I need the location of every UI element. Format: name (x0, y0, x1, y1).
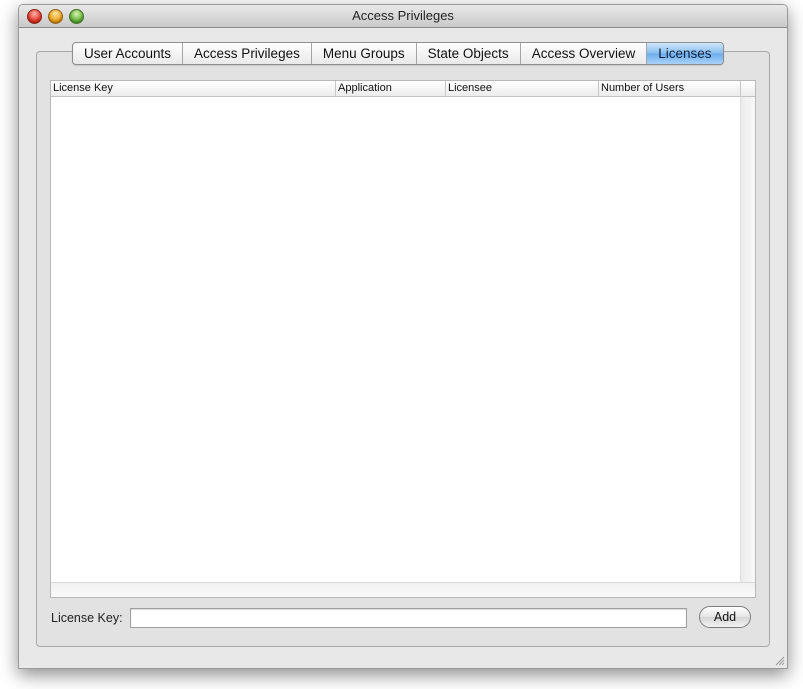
tab-user-accounts[interactable]: User Accounts (73, 43, 184, 64)
tab-state-objects[interactable]: State Objects (417, 43, 521, 64)
tab-bar: User Accounts Access Privileges Menu Gro… (72, 42, 724, 65)
title-bar[interactable]: Access Privileges (19, 5, 787, 28)
add-button[interactable]: Add (699, 606, 751, 628)
column-header-application[interactable]: Application (336, 81, 446, 96)
licenses-table[interactable]: License Key Application Licensee Number … (50, 80, 756, 598)
column-header-license-key[interactable]: License Key (51, 81, 336, 96)
tab-licenses[interactable]: Licenses (647, 43, 723, 64)
table-header: License Key Application Licensee Number … (51, 81, 755, 97)
vertical-scrollbar[interactable] (740, 97, 755, 583)
license-key-input[interactable] (130, 608, 687, 628)
tab-access-overview[interactable]: Access Overview (521, 43, 648, 64)
license-key-label: License Key: (51, 611, 123, 625)
column-header-licensee[interactable]: Licensee (446, 81, 599, 96)
tab-menu-groups[interactable]: Menu Groups (312, 43, 417, 64)
resize-grip-icon[interactable] (774, 655, 785, 666)
tab-access-privileges[interactable]: Access Privileges (183, 43, 312, 64)
window-title: Access Privileges (352, 8, 454, 23)
column-header-number-of-users[interactable]: Number of Users (599, 81, 741, 96)
horizontal-scrollbar[interactable] (51, 582, 755, 597)
app-window: Access Privileges User Accounts Access P… (18, 4, 788, 669)
